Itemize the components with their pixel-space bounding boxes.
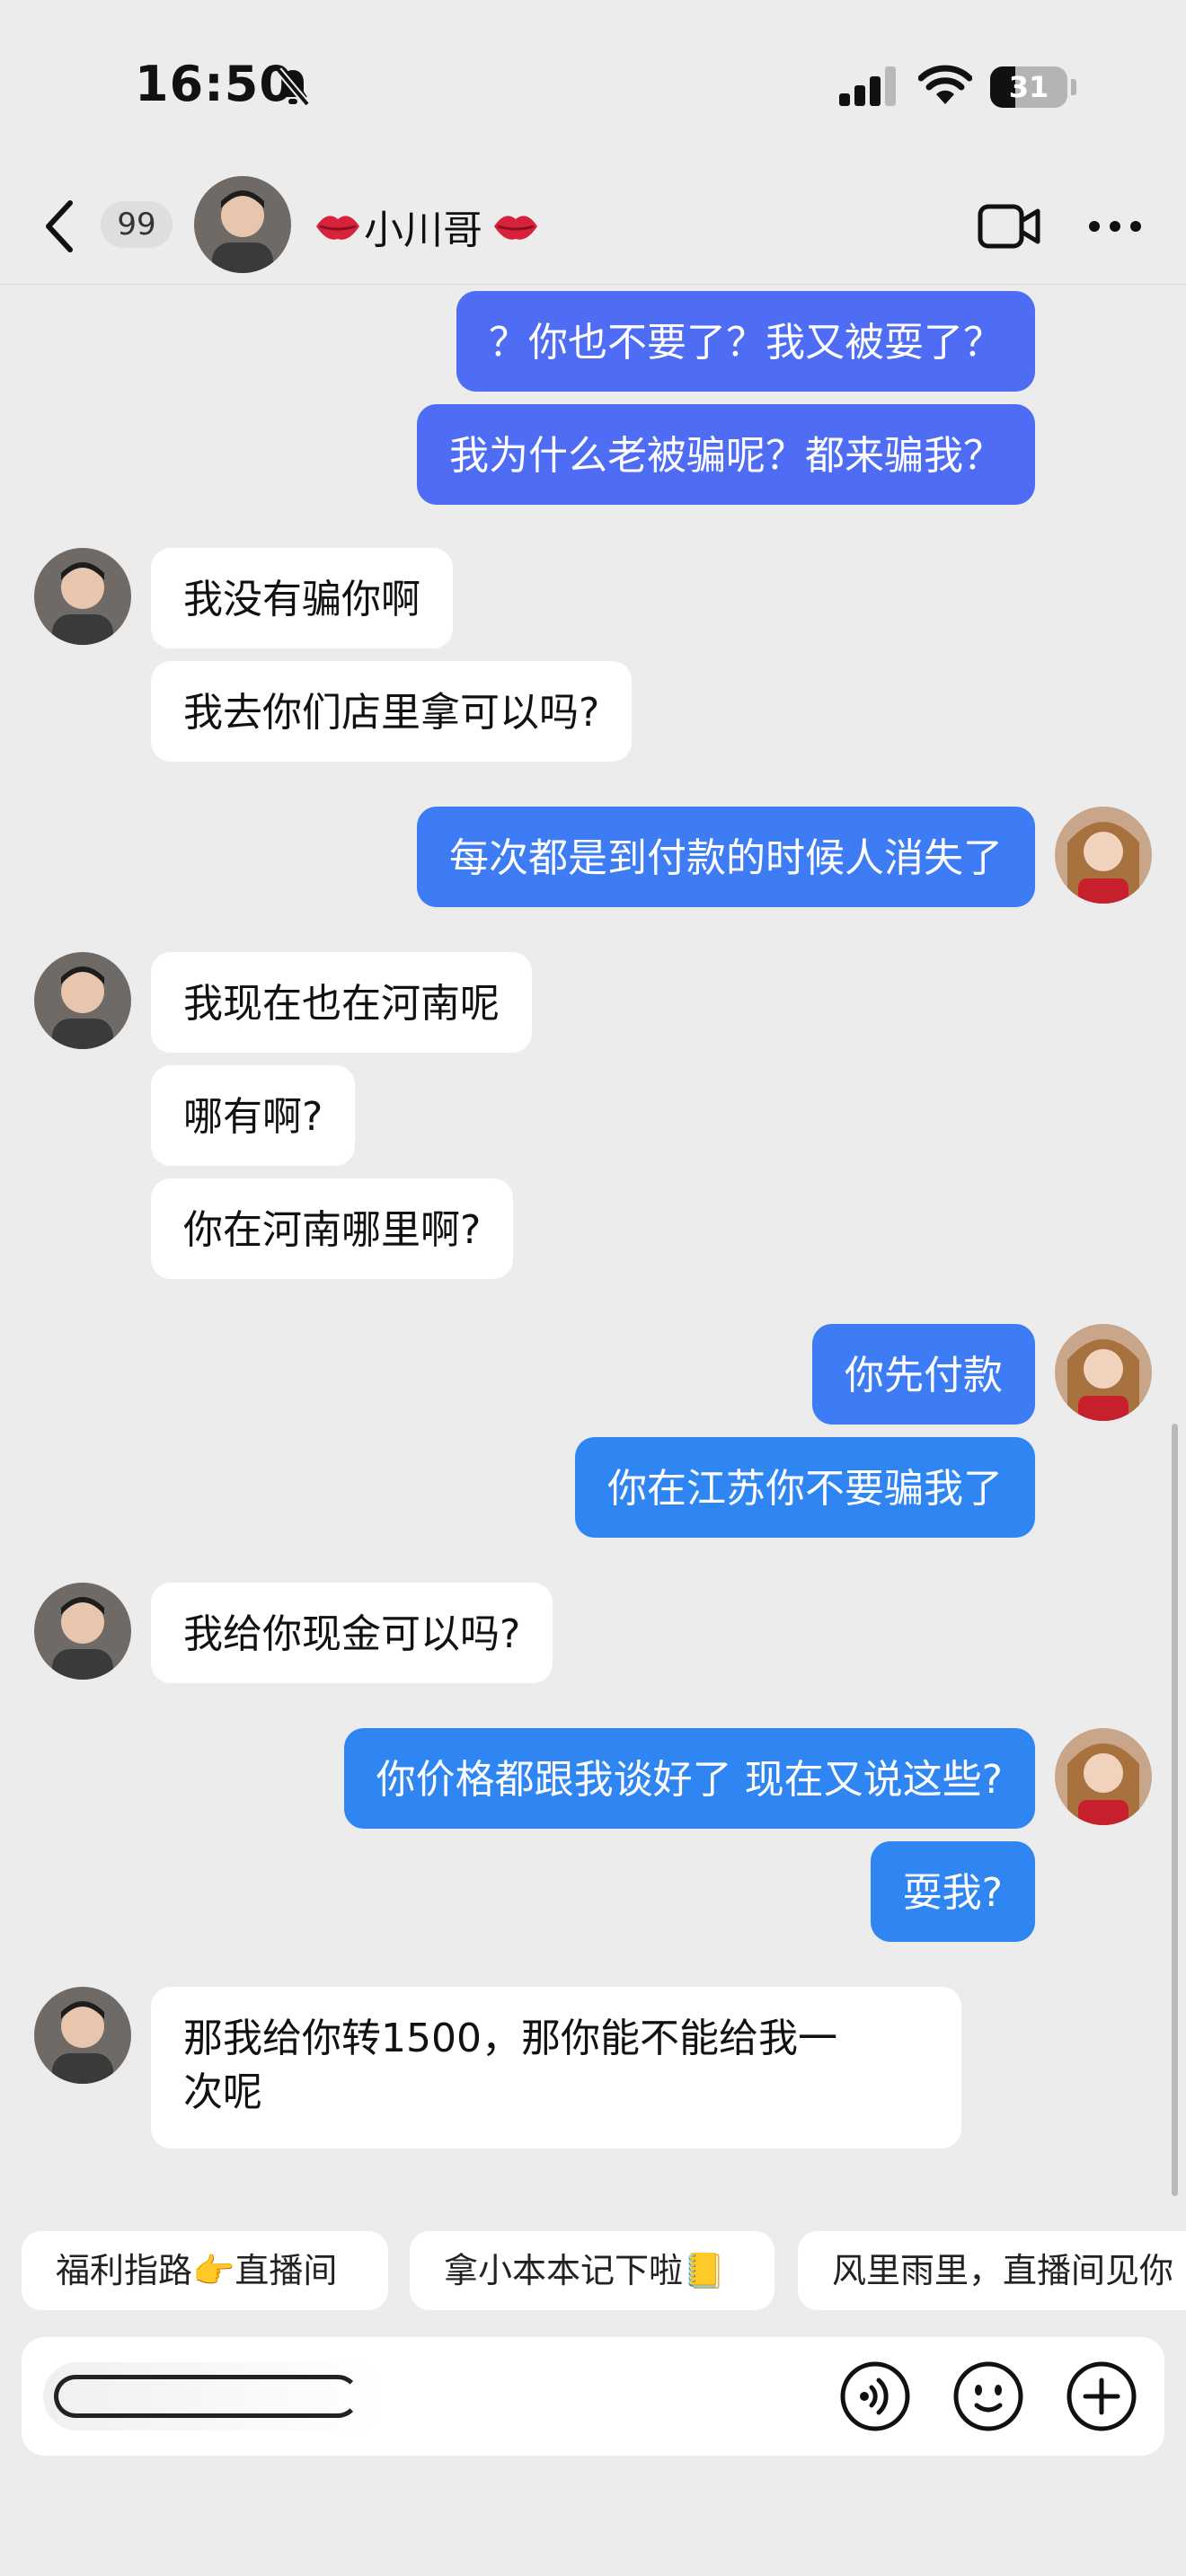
- emoji-icon[interactable]: [952, 2360, 1024, 2432]
- message-input-bar: [22, 2337, 1164, 2456]
- message-bubble-incoming[interactable]: 你在河南哪里啊?: [151, 1178, 514, 1279]
- message-bubble-outgoing[interactable]: 每次都是到付款的时候人消失了: [417, 807, 1035, 907]
- unread-count-badge[interactable]: 99: [101, 201, 173, 248]
- contact-avatar[interactable]: [194, 176, 291, 273]
- scrollbar[interactable]: [1172, 1424, 1178, 2196]
- quick-reply-chip[interactable]: 风里雨里，直播间见你: [798, 2231, 1186, 2310]
- contact-avatar[interactable]: [34, 1987, 131, 2084]
- message-line: 次呢: [183, 2069, 262, 2115]
- message-bubble-outgoing[interactable]: 耍我?: [870, 1841, 1035, 1942]
- lips-icon: [494, 216, 537, 240]
- more-dots-icon[interactable]: [1087, 217, 1143, 235]
- message-bubble-outgoing[interactable]: 你在江苏你不要骗我了: [575, 1437, 1035, 1538]
- battery-tip: [1071, 79, 1076, 95]
- my-avatar[interactable]: [1055, 807, 1152, 904]
- message-bubble-incoming[interactable]: 哪有啊?: [151, 1065, 356, 1166]
- lips-icon: [316, 216, 359, 240]
- contact-avatar[interactable]: [34, 1583, 131, 1680]
- contact-name[interactable]: 小川哥: [364, 198, 482, 255]
- message-bubble-incoming[interactable]: 我没有骗你啊: [151, 548, 453, 648]
- battery-level: 31: [1008, 70, 1049, 104]
- video-camera-icon[interactable]: [978, 203, 1040, 250]
- chat-header: 99 小川哥: [0, 171, 1186, 285]
- contact-avatar[interactable]: [34, 548, 131, 645]
- message-bubble-outgoing[interactable]: 你先付款: [812, 1324, 1035, 1425]
- bell-slash-icon: [275, 67, 311, 107]
- message-bubble-outgoing[interactable]: 你价格都跟我谈好了 现在又说这些?: [343, 1728, 1035, 1829]
- quick-reply-chip[interactable]: 拿小本本记下啦📒: [410, 2231, 774, 2310]
- voice-icon[interactable]: [839, 2360, 911, 2432]
- signal-icon: [839, 66, 896, 106]
- message-bubble-incoming[interactable]: 那我给你转1500，那你能不能给我一 次呢: [151, 1987, 961, 2148]
- message-bubble-outgoing[interactable]: 我为什么老被骗呢？都来骗我？: [417, 404, 1035, 505]
- message-input[interactable]: [43, 2362, 385, 2430]
- contact-avatar[interactable]: [34, 952, 131, 1049]
- plus-circle-icon[interactable]: [1066, 2360, 1137, 2432]
- message-line: 那我给你转1500，那你能不能给我一: [183, 2016, 837, 2061]
- message-bubble-incoming[interactable]: 我去你们店里拿可以吗?: [151, 661, 633, 762]
- quick-reply-chip[interactable]: 福利指路👉直播间: [22, 2231, 388, 2310]
- battery-icon: 31: [990, 66, 1067, 108]
- status-time: 16:50: [135, 56, 294, 112]
- message-bubble-outgoing[interactable]: ？你也不要了？我又被耍了？: [456, 291, 1035, 392]
- wifi-icon: [918, 65, 972, 104]
- my-avatar[interactable]: [1055, 1728, 1152, 1825]
- chevron-left-icon[interactable]: [41, 199, 77, 253]
- my-avatar[interactable]: [1055, 1324, 1152, 1421]
- message-bubble-incoming[interactable]: 我现在也在河南呢: [151, 952, 532, 1053]
- message-bubble-incoming[interactable]: 我给你现金可以吗?: [151, 1583, 553, 1683]
